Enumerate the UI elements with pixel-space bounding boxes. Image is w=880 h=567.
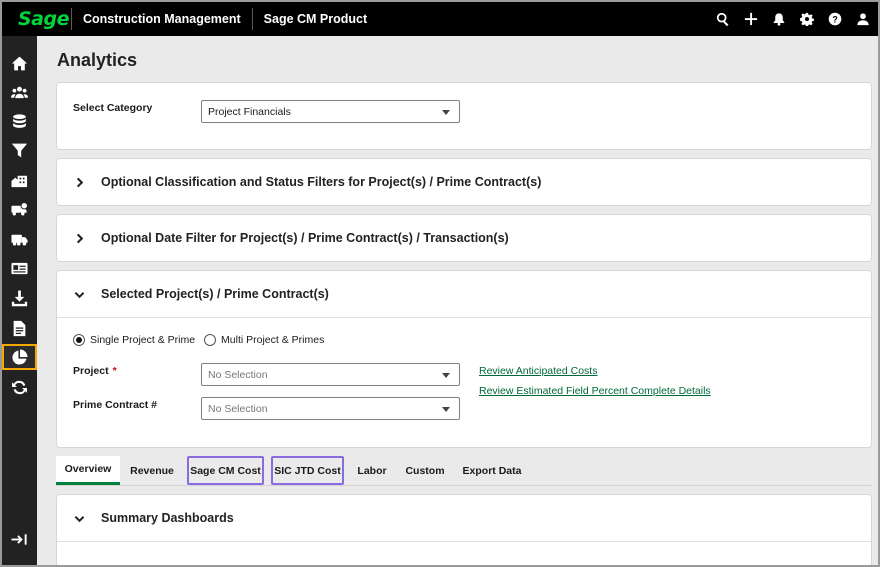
tab-overview[interactable]: Overview <box>56 456 120 485</box>
gear-icon[interactable] <box>800 12 814 26</box>
single-project-radio-label[interactable]: Single Project & Prime <box>90 334 195 346</box>
main-content: Analytics Select Category Project Financ… <box>37 36 878 565</box>
bell-icon[interactable] <box>772 12 786 26</box>
expand-sidebar-icon[interactable] <box>2 526 37 552</box>
selected-projects-accordion: Selected Project(s) / Prime Contract(s) … <box>56 270 872 448</box>
chevron-down-icon <box>442 373 450 378</box>
tab-custom[interactable]: Custom <box>400 456 450 485</box>
document-icon[interactable] <box>2 315 37 341</box>
pie-chart-icon[interactable] <box>2 344 37 370</box>
truck-dollar-icon[interactable] <box>2 196 37 222</box>
review-anticipated-costs-link[interactable]: Review Anticipated Costs <box>479 365 597 377</box>
date-filter-accordion[interactable]: Optional Date Filter for Project(s) / Pr… <box>56 214 872 262</box>
chevron-down-icon <box>57 513 101 524</box>
page-title: Analytics <box>57 50 138 70</box>
accordion-header[interactable]: Optional Classification and Status Filte… <box>57 159 871 205</box>
project-select[interactable]: No Selection <box>201 363 460 386</box>
single-project-radio[interactable] <box>73 334 85 346</box>
chevron-down-icon <box>442 407 450 412</box>
refresh-icon[interactable] <box>2 374 37 400</box>
classification-filters-accordion[interactable]: Optional Classification and Status Filte… <box>56 158 872 206</box>
project-label: Project * <box>73 365 117 377</box>
analytics-tabs: Overview Revenue Sage CM Cost SIC JTD Co… <box>56 456 872 486</box>
tab-labor[interactable]: Labor <box>350 456 394 485</box>
review-field-percent-link[interactable]: Review Estimated Field Percent Complete … <box>479 385 711 397</box>
help-icon[interactable]: ? <box>828 12 842 26</box>
accordion-header[interactable]: Summary Dashboards <box>57 495 871 541</box>
tab-revenue[interactable]: Revenue <box>122 456 182 485</box>
tab-sage-cm-cost[interactable]: Sage CM Cost <box>187 456 264 485</box>
accordion-header[interactable]: Optional Date Filter for Project(s) / Pr… <box>57 215 871 261</box>
summary-dashboards-accordion: Summary Dashboards <box>56 494 872 565</box>
accordion-divider <box>57 317 871 318</box>
id-card-icon[interactable] <box>2 255 37 281</box>
product-name[interactable]: Sage CM Product <box>253 12 379 26</box>
plus-icon[interactable] <box>744 12 758 26</box>
top-bar: Sage Construction Management Sage CM Pro… <box>2 2 878 36</box>
app-name[interactable]: Construction Management <box>72 12 252 26</box>
category-card: Select Category Project Financials <box>56 82 872 150</box>
user-icon[interactable] <box>856 12 870 26</box>
accordion-title: Optional Date Filter for Project(s) / Pr… <box>101 231 509 245</box>
accordion-title: Selected Project(s) / Prime Contract(s) <box>101 287 329 301</box>
accordion-title: Summary Dashboards <box>101 511 234 525</box>
accordion-header[interactable]: Selected Project(s) / Prime Contract(s) <box>57 271 871 317</box>
prime-contract-label: Prime Contract # <box>73 399 158 411</box>
home-icon[interactable] <box>2 50 37 76</box>
multi-project-radio-label[interactable]: Multi Project & Primes <box>221 334 324 346</box>
download-icon[interactable] <box>2 285 37 311</box>
search-icon[interactable] <box>716 12 730 26</box>
category-select[interactable]: Project Financials <box>201 100 460 123</box>
category-select-value: Project Financials <box>208 105 291 118</box>
database-icon[interactable] <box>2 108 37 134</box>
truck-icon[interactable] <box>2 226 37 252</box>
app-window: Sage Construction Management Sage CM Pro… <box>0 0 880 567</box>
accordion-divider <box>57 541 871 542</box>
project-label-text: Project <box>73 365 109 377</box>
tab-export-data[interactable]: Export Data <box>456 456 528 485</box>
chevron-down-icon <box>57 289 101 300</box>
topbar-icons: ? <box>716 2 870 36</box>
filter-icon[interactable] <box>2 137 37 163</box>
prime-contract-select[interactable]: No Selection <box>201 397 460 420</box>
chevron-down-icon <box>442 110 450 115</box>
people-icon[interactable] <box>2 79 37 105</box>
buildings-icon[interactable] <box>2 167 37 193</box>
accordion-title: Optional Classification and Status Filte… <box>101 175 542 189</box>
prime-contract-select-value: No Selection <box>208 402 268 415</box>
chevron-right-icon <box>57 233 101 244</box>
multi-project-radio[interactable] <box>204 334 217 346</box>
chevron-right-icon <box>57 177 101 188</box>
required-mark: * <box>112 365 117 377</box>
sidebar <box>2 36 37 565</box>
project-select-value: No Selection <box>208 368 268 381</box>
select-category-label: Select Category <box>73 102 153 114</box>
tab-sic-jtd-cost[interactable]: SIC JTD Cost <box>271 456 344 485</box>
svg-text:?: ? <box>832 15 837 25</box>
project-mode-radio-group: Single Project & Prime Multi Project & P… <box>73 334 333 346</box>
sage-logo[interactable]: Sage <box>2 8 71 30</box>
